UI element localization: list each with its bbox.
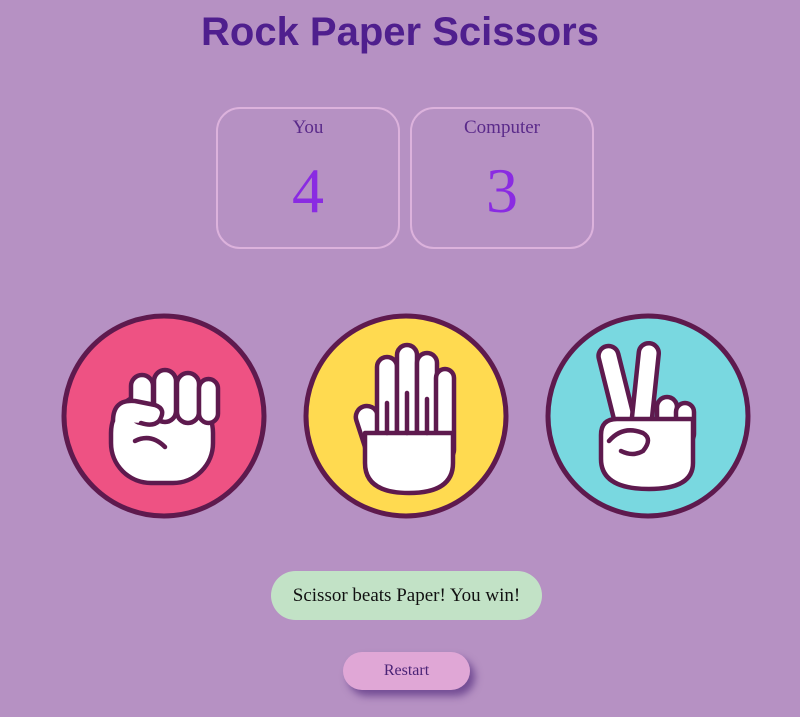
- player-score-label: You: [292, 117, 324, 138]
- result-message: Scissor beats Paper! You win!: [271, 571, 542, 620]
- scissors-button[interactable]: [545, 313, 751, 519]
- computer-score-card: Computer 3: [410, 107, 594, 249]
- rock-button[interactable]: [61, 313, 267, 519]
- open-hand-icon: [303, 313, 509, 519]
- computer-score-label: Computer: [464, 117, 540, 138]
- fist-hand-icon: [61, 313, 267, 519]
- computer-score-value: 3: [486, 155, 518, 226]
- game-page: Rock Paper Scissors You 4 Computer 3 Sci…: [0, 0, 800, 717]
- player-score-value: 4: [292, 155, 324, 226]
- player-score-card: You 4: [216, 107, 400, 249]
- paper-button[interactable]: [303, 313, 509, 519]
- restart-button[interactable]: Restart: [343, 652, 470, 690]
- peace-hand-icon: [545, 313, 751, 519]
- page-title: Rock Paper Scissors: [201, 10, 599, 54]
